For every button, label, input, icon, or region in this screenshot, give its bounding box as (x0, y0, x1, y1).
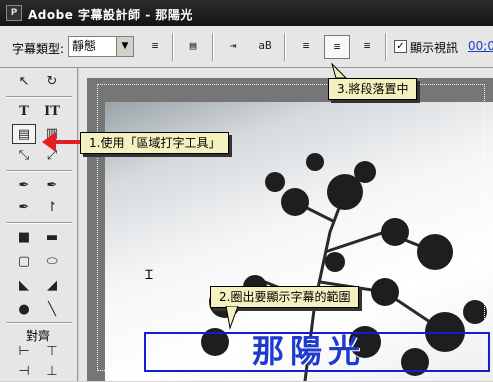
title-bar: P Adobe 字幕設計師 - 那陽光 (0, 0, 493, 26)
clipped-rectangle-tool-icon[interactable]: ▬ (40, 228, 64, 248)
arc-tool-icon[interactable]: ◢ (40, 276, 64, 296)
convert-anchor-tool-icon[interactable]: ↾ (40, 198, 64, 218)
ellipse-tool-icon[interactable]: ● (12, 300, 36, 320)
title-type-value: 靜態 (72, 39, 97, 53)
premiere-icon: P (6, 5, 22, 21)
align-bottom-edges-icon[interactable]: ⊥ (40, 362, 64, 382)
align-center-icon[interactable]: ≡ (324, 35, 350, 59)
align-right-icon[interactable]: ≡ (354, 35, 380, 59)
vertical-type-tool-icon[interactable]: IT (40, 102, 64, 122)
callout-pointer-2 (225, 306, 239, 330)
callout-step-3: 3.將段落置中 (328, 78, 418, 100)
title-type-select[interactable]: 靜態 ▼ (68, 36, 134, 57)
align-centers-icon[interactable]: ⊣ (12, 362, 36, 382)
text-cursor-icon: Ɪ (145, 268, 153, 283)
roll-options-icon[interactable]: ≡ (142, 35, 168, 59)
red-arrow-icon (42, 132, 82, 152)
align-top-edges-icon[interactable]: ⊤ (40, 342, 64, 362)
pen-tool-icon[interactable]: ✒ (12, 176, 36, 196)
rotation-tool-icon[interactable]: ↻ (40, 72, 64, 92)
show-video-label: 顯示視訊 (410, 41, 459, 55)
rectangle-tool-icon[interactable]: ■ (12, 228, 36, 248)
title-type-label: 字幕類型: (12, 42, 65, 56)
tools-panel: ↖ ↻ T IT ▤ ▥ ⤡ ⤢ ✒ ✒ ✒ ↾ ■ ▬ ▢ ⬭ ◣ ◢ ● ╲… (0, 68, 78, 381)
chevron-down-icon[interactable]: ▼ (116, 37, 133, 56)
window-title: Adobe 字幕設計師 - 那陽光 (28, 8, 193, 22)
align-left-icon[interactable]: ≡ (293, 35, 319, 59)
toolbar: 字幕類型: 靜態 ▼ ≡ ▤ ⇥ aB ≡ ≡ ≡ ✓ 顯示視訊 00;00 (0, 26, 493, 68)
path-type-tool-icon[interactable]: ⤡ (12, 146, 36, 166)
callout-step-1: 1.使用「區域打字工具」 (80, 132, 230, 154)
timecode[interactable]: 00;00 (468, 39, 493, 53)
callout-pointer-3 (331, 63, 348, 79)
tab-stops-icon[interactable]: ⇥ (220, 35, 246, 59)
rounded-corner-rectangle-tool-icon[interactable]: ⬭ (40, 252, 64, 272)
font-icon[interactable]: aB (252, 35, 278, 59)
type-tool-icon[interactable]: T (12, 102, 36, 122)
show-video-checkbox[interactable]: ✓ (394, 40, 407, 53)
rounded-rectangle-tool-icon[interactable]: ▢ (12, 252, 36, 272)
align-left-edges-icon[interactable]: ⊢ (12, 342, 36, 362)
title-text[interactable]: 那陽光 (252, 326, 366, 372)
wedge-tool-icon[interactable]: ◣ (12, 276, 36, 296)
selection-tool-icon[interactable]: ↖ (12, 72, 36, 92)
templates-icon[interactable]: ▤ (180, 35, 206, 59)
area-type-tool-icon[interactable]: ▤ (12, 124, 36, 144)
delete-anchor-tool-icon[interactable]: ✒ (12, 198, 36, 218)
callout-step-2: 2.圈出要顯示字幕的範圍 (210, 286, 360, 308)
line-tool-icon[interactable]: ╲ (40, 300, 64, 320)
add-anchor-tool-icon[interactable]: ✒ (40, 176, 64, 196)
